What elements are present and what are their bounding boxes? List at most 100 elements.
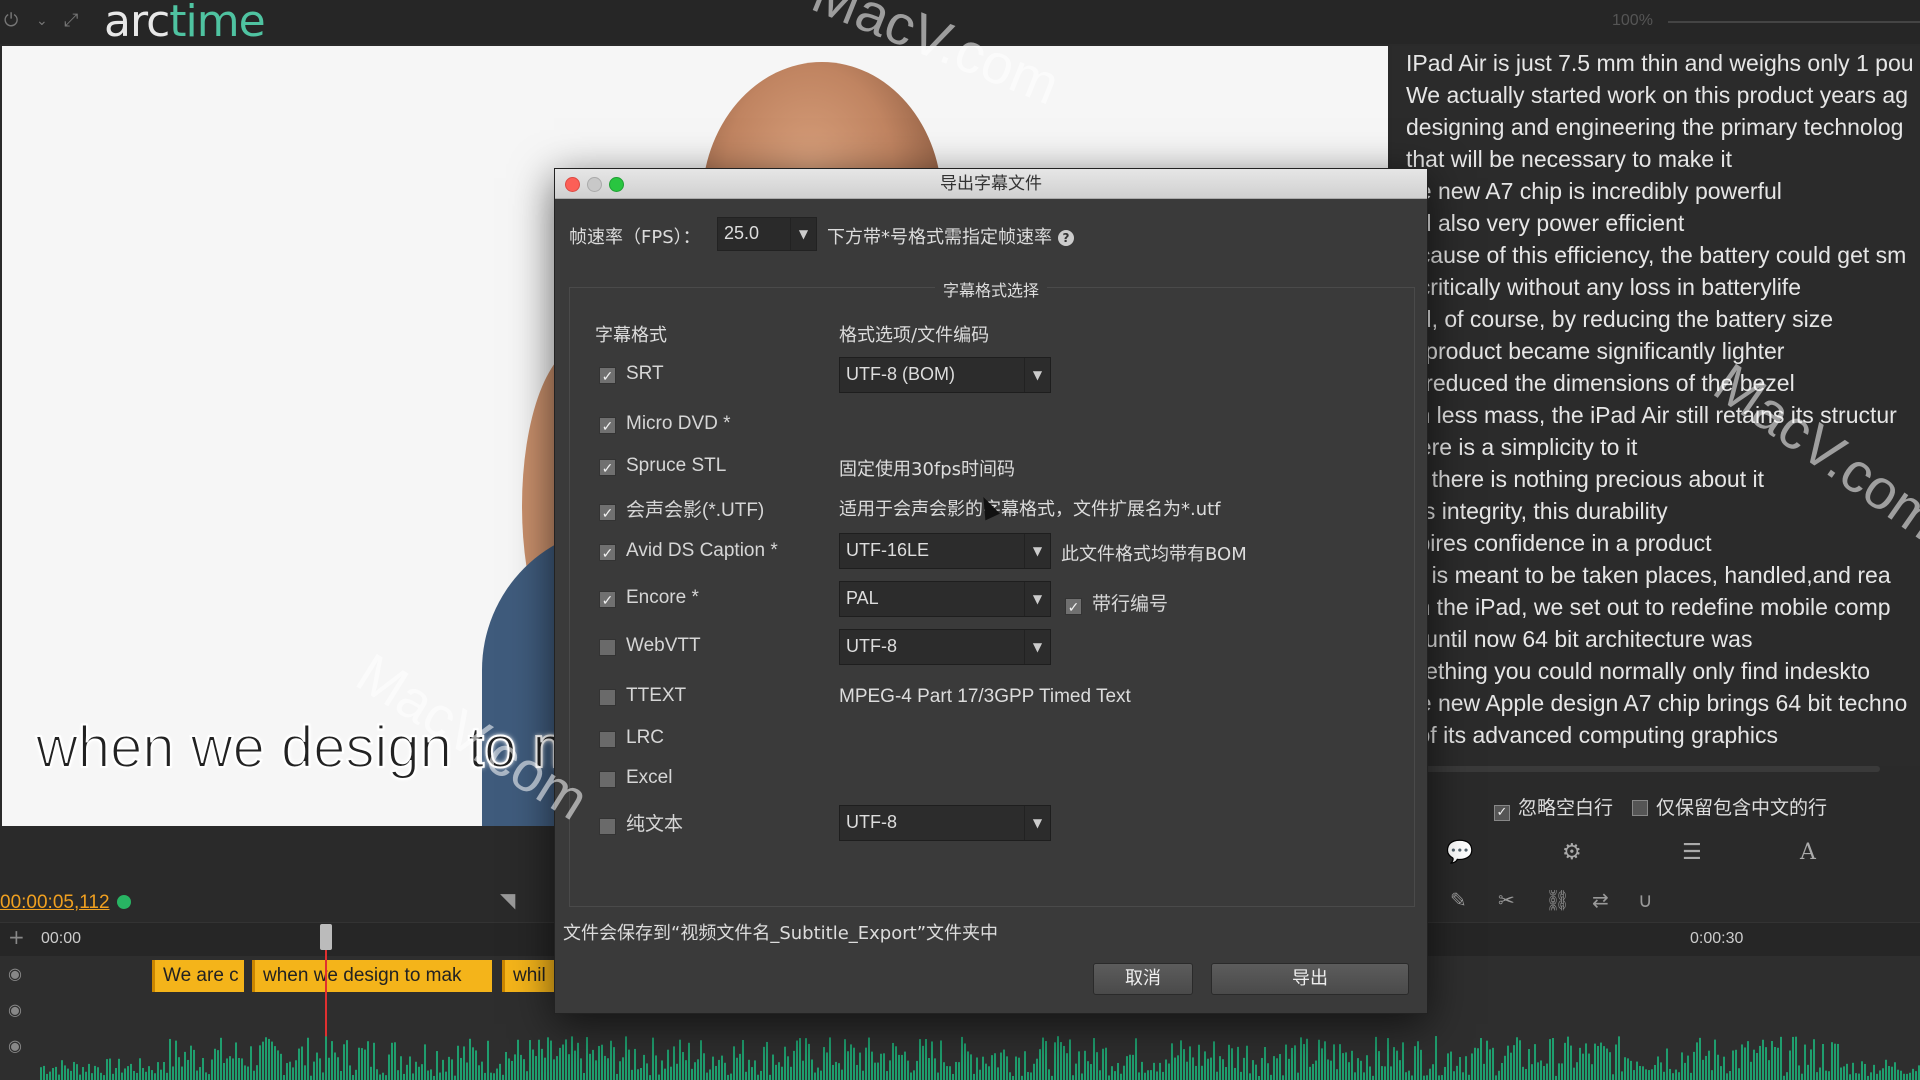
transcript-line[interactable]: o until now 64 bit architecture was	[1406, 626, 1752, 653]
magnet-icon[interactable]: ∪	[1638, 888, 1653, 912]
dialog-title: 导出字幕文件	[940, 174, 1042, 194]
encore-standard-select[interactable]: PAL ▼	[839, 581, 1051, 617]
transcript-line[interactable]: nd also very power efficient	[1406, 210, 1684, 237]
transcript-line[interactable]: ith the iPad, we set out to redefine mob…	[1406, 594, 1891, 621]
format-option[interactable]: ✓ 会声会影(*.UTF)	[599, 495, 764, 522]
transcript-line[interactable]: IPad Air is just 7.5 mm thin and weighs …	[1406, 50, 1914, 77]
transcript-line[interactable]: ith less mass, the iPad Air still retain…	[1406, 402, 1897, 429]
transcript-line[interactable]: mething you could normally only find ind…	[1406, 658, 1870, 685]
app-logo: arctime	[104, 0, 266, 47]
transcript-line[interactable]: nd, of course, by reducing the battery s…	[1406, 306, 1833, 333]
format-option[interactable]: ✓ Excel	[599, 767, 672, 789]
format-checkbox[interactable]: ✓	[599, 544, 616, 561]
edit-icon[interactable]: ✎	[1450, 888, 1467, 912]
transcript-line[interactable]: at is meant to be taken places, handled,…	[1406, 562, 1891, 589]
format-checkbox[interactable]: ✓	[599, 417, 616, 434]
transcript-line[interactable]: spires confidence in a product	[1406, 530, 1712, 557]
encore-line-number-checkbox[interactable]: ✓	[1065, 598, 1082, 615]
avid-encoding-select[interactable]: UTF-16LE ▼	[839, 533, 1051, 569]
format-checkbox[interactable]: ✓	[599, 818, 616, 835]
export-button[interactable]: 导出	[1211, 963, 1409, 995]
ttext-note: MPEG-4 Part 17/3GPP Timed Text	[839, 686, 1131, 707]
transcript-line[interactable]: e reduced the dimensions of the bezel	[1406, 370, 1795, 397]
transcript-line[interactable]: that will be necessary to make it	[1406, 146, 1732, 173]
eye-icon[interactable]: ◉	[8, 1000, 22, 1019]
format-checkbox[interactable]: ✓	[599, 771, 616, 788]
format-option[interactable]: ✓ WebVTT	[599, 635, 701, 657]
scissors-icon[interactable]: ✂	[1498, 888, 1515, 912]
add-track-icon[interactable]: +	[8, 925, 25, 949]
subtitle-clip[interactable]: whil	[502, 960, 562, 992]
power-icon[interactable]: ⏻	[4, 10, 18, 31]
col-options-header: 格式选项/文件编码	[839, 325, 990, 346]
dialog-titlebar[interactable]: 导出字幕文件	[555, 169, 1427, 199]
chevron-down-icon[interactable]: ▼	[1024, 534, 1050, 568]
format-option[interactable]: ✓ TTEXT	[599, 685, 686, 707]
chevron-down-icon[interactable]: ▼	[1024, 582, 1050, 616]
transcript-line[interactable]: designing and engineering the primary te…	[1406, 114, 1903, 141]
plaintext-encoding-select[interactable]: UTF-8 ▼	[839, 805, 1051, 841]
transcript-scrollbar[interactable]	[1420, 766, 1880, 772]
only-chinese-checkbox[interactable]	[1632, 800, 1648, 816]
audio-waveform	[40, 1036, 1920, 1080]
encore-line-number-option[interactable]: ✓ 带行编号	[1065, 589, 1168, 616]
list-icon[interactable]: ☰	[1682, 840, 1702, 865]
format-checkbox[interactable]: ✓	[599, 591, 616, 608]
format-option[interactable]: ✓ Micro DVD *	[599, 413, 731, 435]
format-checkbox[interactable]: ✓	[599, 504, 616, 521]
transcript-line[interactable]: e product became significantly lighter	[1406, 338, 1784, 365]
format-option[interactable]: ✓ Spruce STL	[599, 455, 726, 477]
font-icon[interactable]: A	[1800, 840, 1816, 865]
status-dot	[117, 895, 131, 909]
swap-icon[interactable]: ⇄	[1592, 888, 1609, 912]
transcript-line[interactable]: he new A7 chip is incredibly powerful	[1406, 178, 1782, 205]
fps-select[interactable]: 25.0 ▼	[717, 217, 817, 251]
eye-icon[interactable]: ◉	[8, 964, 22, 983]
format-option[interactable]: ✓ 纯文本	[599, 809, 683, 836]
transcript-line[interactable]: l of its advanced computing graphics	[1406, 722, 1778, 749]
speech-bubble-icon[interactable]: 💬	[1446, 840, 1473, 865]
link-icon[interactable]: ⛓	[1545, 888, 1570, 912]
transcript-line[interactable]: he new Apple design A7 chip brings 64 bi…	[1406, 690, 1907, 717]
chevron-down-icon[interactable]: ▼	[1024, 806, 1050, 840]
subtitle-clip[interactable]: We are c	[152, 960, 244, 992]
gear-icon[interactable]: ⚙	[1562, 840, 1582, 865]
utf-note: 适用于会声会影的字幕格式，文件扩展名为*.utf	[839, 499, 1221, 520]
col-format-header: 字幕格式	[595, 325, 667, 346]
transcript-line[interactable]: here is a simplicity to it	[1406, 434, 1637, 461]
chevron-down-icon[interactable]: ⌄	[36, 13, 48, 29]
help-icon[interactable]: ?	[1058, 230, 1074, 246]
srt-encoding-select[interactable]: UTF-8 (BOM) ▼	[839, 357, 1051, 393]
eye-icon[interactable]: ◉	[8, 1036, 22, 1055]
transcript-panel[interactable]: IPad Air is just 7.5 mm thin and weighs …	[1392, 46, 1920, 766]
format-checkbox[interactable]: ✓	[599, 731, 616, 748]
zoom-slider[interactable]	[1668, 21, 1920, 23]
transcript-line[interactable]: t critically without any loss in battery…	[1406, 274, 1801, 301]
format-option[interactable]: ✓ LRC	[599, 727, 664, 749]
format-checkbox[interactable]: ✓	[599, 367, 616, 384]
expand-icon[interactable]: ⤢	[64, 10, 78, 31]
format-option[interactable]: ✓ Avid DS Caption *	[599, 540, 778, 562]
ignore-empty-checkbox[interactable]: ✓	[1494, 805, 1510, 821]
only-chinese-option[interactable]: 仅保留包含中文的行	[1632, 793, 1827, 820]
transcript-line[interactable]: ecause of this efficiency, the battery c…	[1406, 242, 1906, 269]
format-label: WebVTT	[626, 635, 701, 656]
mark-in-icon[interactable]: ◥	[500, 888, 515, 912]
subtitle-clip[interactable]: when we design to mak	[252, 960, 492, 992]
format-option[interactable]: ✓ SRT	[599, 363, 664, 385]
webvtt-encoding-select[interactable]: UTF-8 ▼	[839, 629, 1051, 665]
format-checkbox[interactable]: ✓	[599, 689, 616, 706]
format-checkbox[interactable]: ✓	[599, 639, 616, 656]
chevron-down-icon[interactable]: ▼	[1024, 630, 1050, 664]
chevron-down-icon[interactable]: ▼	[790, 218, 816, 250]
encore-standard-value: PAL	[846, 588, 879, 608]
playhead-handle[interactable]	[320, 924, 332, 950]
chevron-down-icon[interactable]: ▼	[1024, 358, 1050, 392]
cancel-button[interactable]: 取消	[1093, 963, 1193, 995]
format-checkbox[interactable]: ✓	[599, 459, 616, 476]
format-option[interactable]: ✓ Encore *	[599, 587, 699, 609]
transcript-line[interactable]: his integrity, this durability	[1406, 498, 1668, 525]
transcript-line[interactable]: ut there is nothing precious about it	[1406, 466, 1764, 493]
transcript-line[interactable]: We actually started work on this product…	[1406, 82, 1908, 109]
ignore-empty-option[interactable]: ✓ 忽略空白行	[1494, 793, 1613, 821]
